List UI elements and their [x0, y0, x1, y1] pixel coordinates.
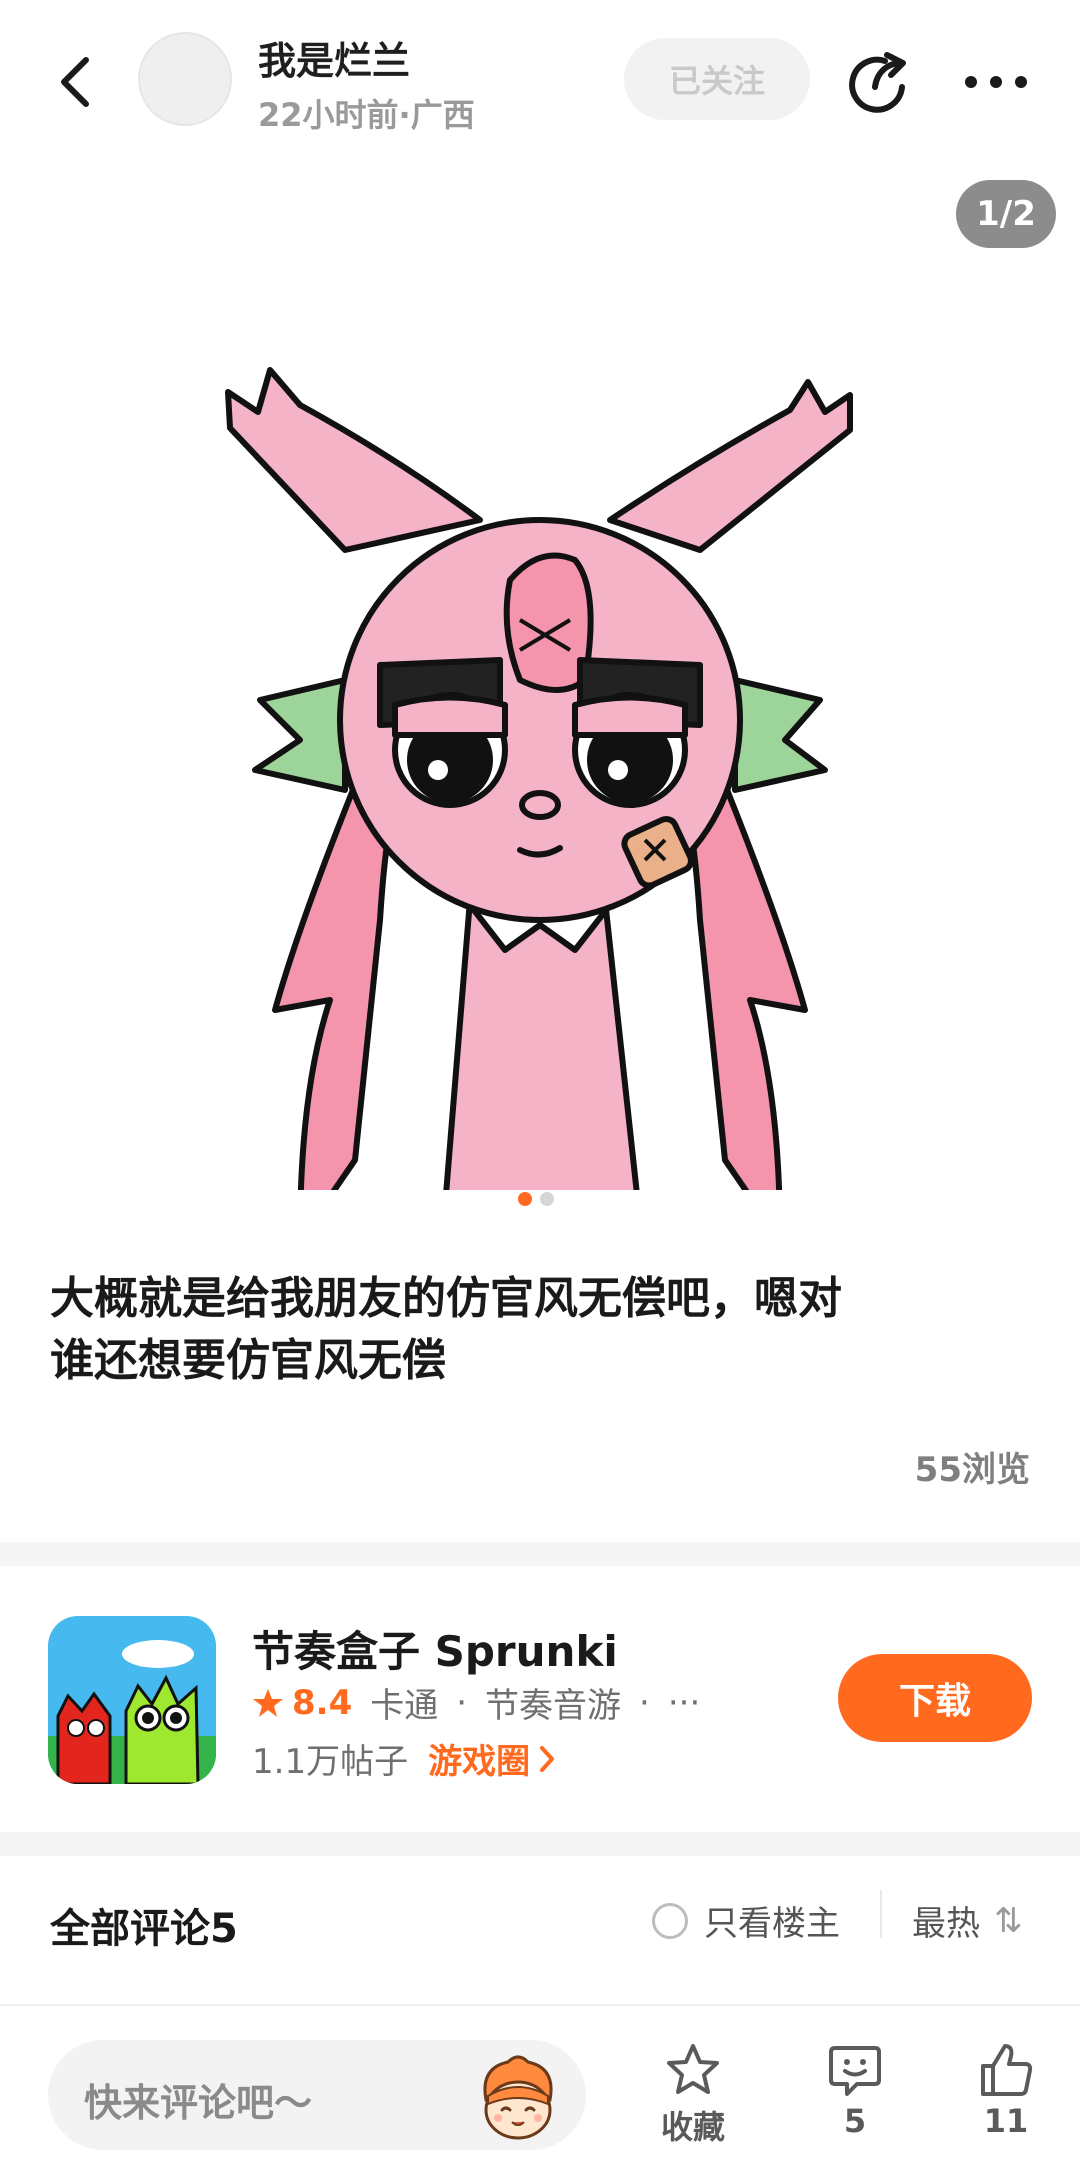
- game-circle-label: 游戏圈: [428, 1742, 531, 1782]
- follow-button[interactable]: 已关注: [624, 38, 810, 120]
- author-avatar[interactable]: [138, 32, 232, 126]
- game-rating: 8.4: [252, 1683, 352, 1723]
- game-logo-icon: [48, 1616, 216, 1784]
- game-title[interactable]: 节奏盒子 Sprunki: [252, 1618, 618, 1679]
- comment-placeholder: 快来评论吧～: [84, 2081, 313, 2125]
- post-time-location: 22小时前·广西: [258, 96, 475, 134]
- view-count: 55浏览: [914, 1450, 1030, 1490]
- game-community: 1.1万帖子 游戏圈: [252, 1734, 556, 1783]
- game-icon[interactable]: [48, 1616, 216, 1784]
- tag-more: ···: [667, 1682, 701, 1723]
- comment-count: 5: [843, 2102, 867, 2140]
- share-icon: [849, 52, 906, 113]
- rating-value: 8.4: [292, 1682, 353, 1723]
- posts-count: 1.1万帖子: [252, 1742, 409, 1782]
- sort-toggle[interactable]: 最热 ⇅: [912, 1896, 1023, 1945]
- favorite-label: 收藏: [660, 2108, 725, 2146]
- section-divider: [0, 1832, 1080, 1856]
- bottom-action-bar: 快来评论吧～ 收藏 5 11: [0, 2006, 1080, 2177]
- download-button[interactable]: 下载: [838, 1654, 1032, 1742]
- thumbs-up-icon: [981, 2044, 1033, 2096]
- chevron-right-icon: [540, 1745, 555, 1772]
- only-op-toggle[interactable]: 只看楼主: [652, 1896, 840, 1945]
- game-info: 8.4 卡通 · 节奏音游 · ···: [252, 1678, 700, 1727]
- comments-title: 全部评论5: [50, 1906, 238, 1952]
- post-text-line: 谁还想要仿官风无偿: [50, 1335, 446, 1386]
- chevron-left-icon: [61, 57, 89, 107]
- star-outline-icon: [667, 2044, 719, 2094]
- character-illustration: [225, 367, 853, 1271]
- post-text-line: 大概就是给我朋友的仿官风无偿吧，嗯对: [50, 1273, 842, 1324]
- more-options-button[interactable]: [956, 44, 1036, 120]
- like-count: 11: [983, 2102, 1029, 2140]
- more-dots-icon: [965, 76, 1027, 88]
- sort-label: 最热: [912, 1904, 980, 1944]
- divider: [880, 1890, 882, 1938]
- post-image[interactable]: [0, 160, 1080, 1271]
- image-pagination: [518, 1192, 554, 1206]
- game-tag: 节奏音游: [485, 1686, 622, 1726]
- favorite-button[interactable]: 收藏: [633, 2042, 753, 2148]
- only-op-label: 只看楼主: [704, 1904, 840, 1944]
- image-counter: 1/2: [956, 180, 1056, 248]
- like-button[interactable]: 11: [946, 2042, 1066, 2140]
- pagination-dot: [540, 1192, 554, 1206]
- back-button[interactable]: [44, 50, 104, 114]
- mascot-icon: [483, 2055, 553, 2140]
- comment-button[interactable]: 5: [795, 2042, 915, 2140]
- star-icon: [253, 1688, 283, 1717]
- comment-input[interactable]: 快来评论吧～: [48, 2040, 586, 2150]
- post-content: 大概就是给我朋友的仿官风无偿吧，嗯对 谁还想要仿官风无偿: [50, 1268, 970, 1392]
- tag-separator: ·: [639, 1682, 650, 1723]
- section-divider: [0, 1542, 1080, 1566]
- game-circle-link[interactable]: 游戏圈: [428, 1734, 556, 1783]
- tag-separator: ·: [456, 1682, 468, 1723]
- game-card[interactable]: 节奏盒子 Sprunki 8.4 卡通 · 节奏音游 · ··· 1.1万帖子 …: [0, 1566, 1080, 1826]
- top-bar: 我是烂兰 22小时前·广西 已关注: [0, 0, 1080, 160]
- pagination-dot-active: [518, 1192, 532, 1206]
- comments-header: 全部评论5 只看楼主 最热 ⇅: [0, 1856, 1080, 2006]
- sort-icon: ⇅: [994, 1900, 1023, 1941]
- comment-icon: [829, 2046, 881, 2096]
- radio-icon[interactable]: [652, 1902, 688, 1939]
- share-button[interactable]: [840, 44, 916, 120]
- author-name[interactable]: 我是烂兰: [258, 30, 410, 85]
- game-tag: 卡通: [370, 1686, 439, 1726]
